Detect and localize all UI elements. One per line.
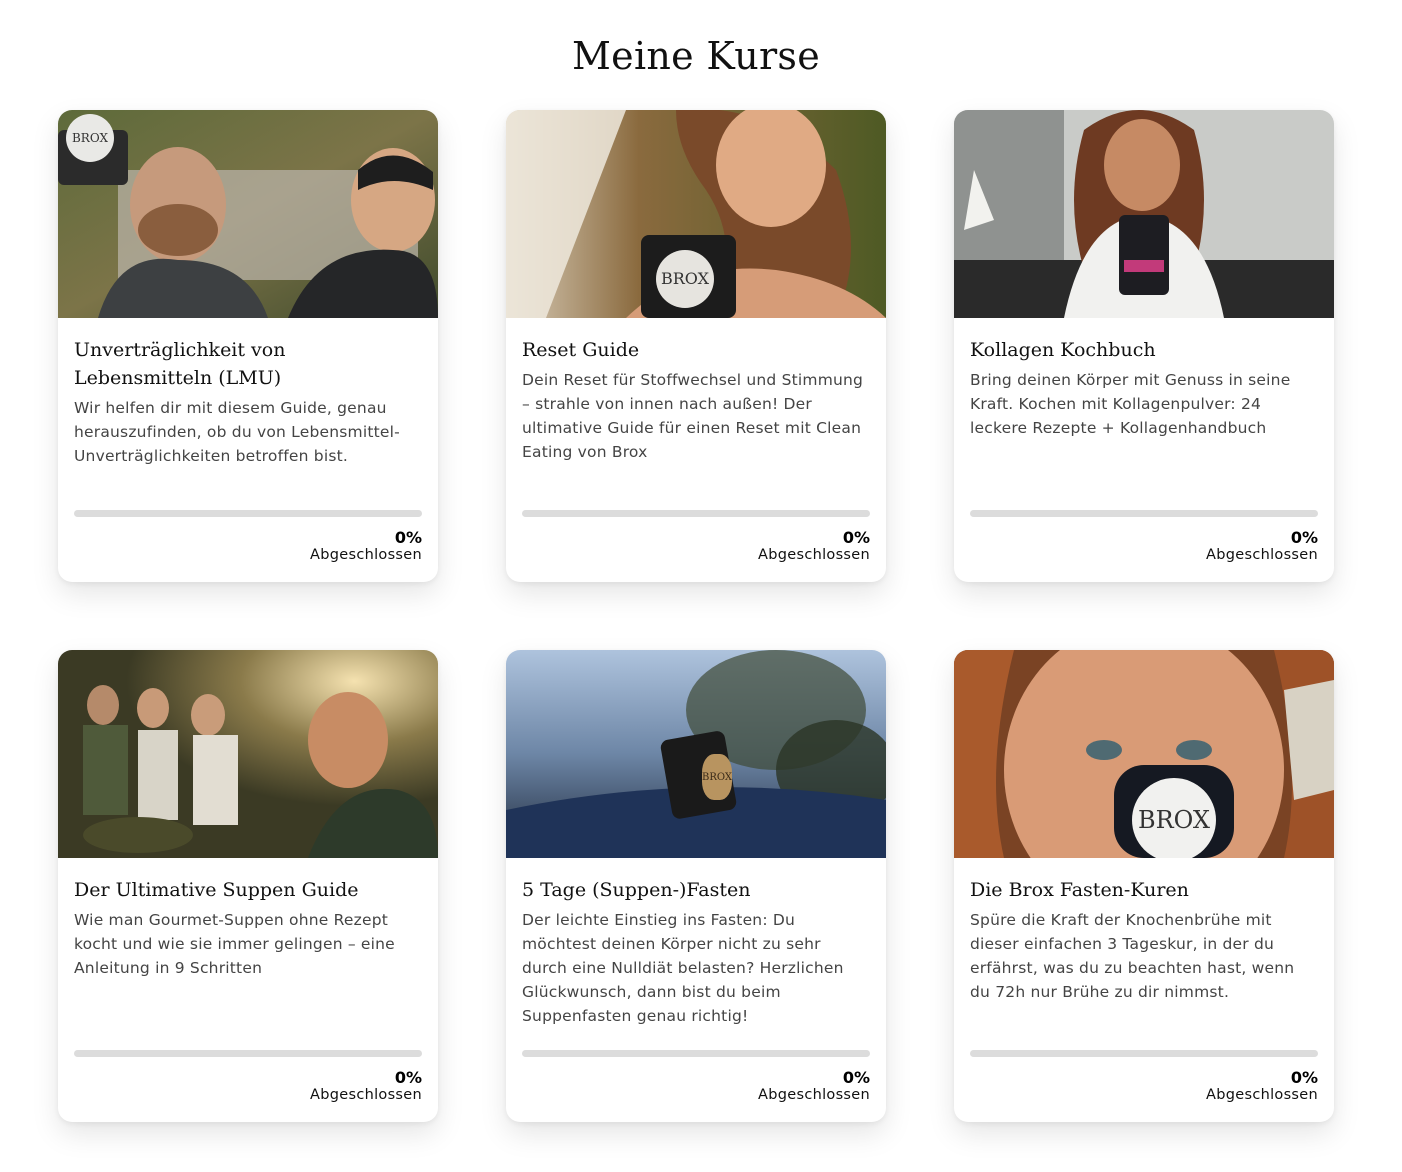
progress-percent: 0% (1290, 528, 1318, 547)
progress-percent: 0% (394, 1068, 422, 1087)
progress-status: Abgeschlossen (310, 547, 422, 563)
progress-bar (970, 1050, 1318, 1057)
page-title: Meine Kurse (571, 34, 821, 78)
progress-bar (74, 1050, 422, 1057)
progress-status: Abgeschlossen (310, 1087, 422, 1103)
brox-mug-logo: BROX (656, 250, 714, 308)
course-card[interactable]: Der Ultimative Suppen Guide Wie man Gour… (58, 650, 438, 1122)
course-image (954, 110, 1334, 318)
progress-bar (970, 510, 1318, 517)
course-card[interactable]: BROX Reset Guide Dein Reset für Stoffwec… (506, 110, 886, 582)
course-description: Dein Reset für Stoffwechsel und Stimmung… (522, 371, 864, 461)
brox-mug-logo: BROX (702, 754, 732, 800)
progress-bar (522, 1050, 870, 1057)
course-description: Spüre die Kraft der Knochenbrühe mit die… (970, 911, 1295, 1001)
progress-percent: 0% (394, 528, 422, 547)
course-image: BROX (58, 110, 438, 318)
course-card[interactable]: BROX 5 Tage (Suppen-)Fasten Der leichte … (506, 650, 886, 1122)
progress-status: Abgeschlossen (1206, 1087, 1318, 1103)
course-title: 5 Tage (Suppen-)Fasten (522, 879, 751, 901)
course-card[interactable]: BROX Die Brox Fasten-Kuren Spüre die Kra… (954, 650, 1334, 1122)
progress-status: Abgeschlossen (1206, 547, 1318, 563)
progress-status: Abgeschlossen (758, 547, 870, 563)
course-title: Die Brox Fasten-Kuren (970, 879, 1189, 901)
course-title: Unverträglichkeit von Lebensmitteln (LMU… (74, 339, 286, 389)
progress-percent: 0% (842, 1068, 870, 1087)
progress-bar (522, 510, 870, 517)
course-image: BROX (506, 110, 886, 318)
course-title: Reset Guide (522, 339, 640, 361)
course-description: Der leichte Einstieg ins Fasten: Du möch… (522, 911, 844, 1025)
progress-percent: 0% (842, 528, 870, 547)
course-image: BROX (954, 650, 1334, 858)
course-description: Bring deinen Körper mit Genuss in seine … (970, 371, 1291, 437)
course-description: Wir helfen dir mit diesem Guide, genau h… (74, 399, 400, 465)
course-image: BROX (506, 650, 886, 858)
course-title: Der Ultimative Suppen Guide (74, 879, 359, 901)
course-description: Wie man Gourmet-Suppen ohne Rezept kocht… (74, 911, 395, 977)
course-card[interactable]: BROX Unverträglichkeit von Lebensmitteln… (58, 110, 438, 582)
course-grid: BROX Unverträglichkeit von Lebensmitteln… (58, 110, 1334, 1122)
brox-mug-logo: BROX (66, 114, 114, 162)
progress-status: Abgeschlossen (758, 1087, 870, 1103)
progress-percent: 0% (1290, 1068, 1318, 1087)
brox-mug-logo: BROX (1132, 778, 1216, 858)
course-image (58, 650, 438, 858)
course-card[interactable]: Kollagen Kochbuch Bring deinen Körper mi… (954, 110, 1334, 582)
progress-bar (74, 510, 422, 517)
course-title: Kollagen Kochbuch (970, 339, 1156, 361)
